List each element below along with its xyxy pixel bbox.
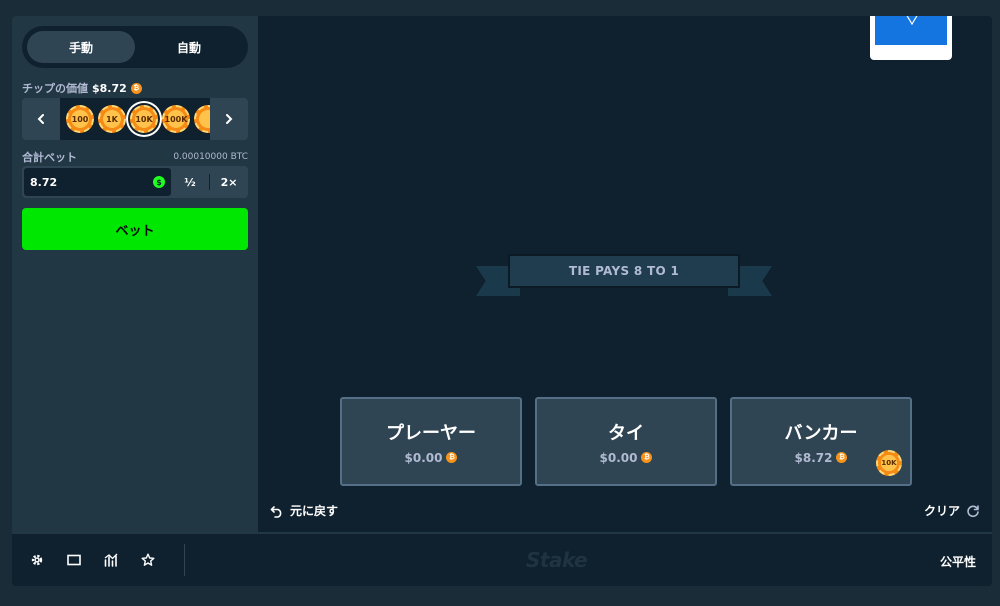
placed-chip-10k: 10K (876, 450, 902, 476)
total-bet-row: 合計ベット 0.00010000 BTC (22, 149, 248, 165)
bet-sidebar: 手動 自動 チップの価値 $8.72 ₿ 100 1K 10K 100K 合計ベ… (12, 16, 258, 532)
chip-partial[interactable] (194, 105, 210, 133)
undo-icon (270, 505, 282, 518)
banner-text: TIE PAYS 8 TO 1 (508, 254, 740, 288)
usd-icon: $ (153, 176, 165, 188)
chevron-left-icon (37, 114, 44, 124)
chip-selector: 100 1K 10K 100K (22, 98, 248, 140)
tie-payout-banner: TIE PAYS 8 TO 1 (476, 252, 772, 298)
chip-prev-button[interactable] (22, 98, 60, 140)
chip-100k[interactable]: 100K (162, 105, 190, 133)
bet-amount-group: 8.72 $ ½ 2× (22, 166, 248, 198)
theatre-mode-icon[interactable] (65, 551, 83, 569)
undo-button[interactable]: 元に戻す (270, 502, 338, 519)
baccarat-table: TIE PAYS 8 TO 1 プレーヤー $0.00 ₿ タイ $0.00 ₿… (258, 16, 992, 532)
favourite-star-icon[interactable] (139, 551, 157, 569)
tab-manual[interactable]: 手動 (27, 31, 135, 63)
spot-amount-value: $0.00 (599, 450, 638, 465)
card-back (874, 16, 948, 46)
chevron-right-icon (226, 114, 233, 124)
btc-icon: ₿ (446, 452, 458, 463)
btc-icon: ₿ (836, 452, 848, 463)
mode-toggle: 手動 自動 (22, 26, 248, 68)
spot-name: プレーヤー (386, 422, 476, 444)
card-pattern-icon (906, 16, 918, 25)
card-shoe (870, 16, 952, 60)
stake-logo: Stake (526, 548, 588, 572)
game-frame: 手動 自動 チップの価値 $8.72 ₿ 100 1K 10K 100K 合計ベ… (12, 16, 992, 586)
btc-icon: ₿ (641, 452, 653, 463)
banker-bet-spot[interactable]: バンカー $8.72 ₿ 10K (730, 397, 912, 486)
bet-amount-input[interactable]: 8.72 $ (24, 168, 171, 196)
chip-10k[interactable]: 10K (130, 105, 158, 133)
chip-next-button[interactable] (210, 98, 248, 140)
chip-track: 100 1K 10K 100K (60, 98, 210, 140)
total-bet-label: 合計ベット (22, 151, 77, 164)
chip-value-label: チップの価値 (22, 82, 88, 95)
refresh-icon (967, 504, 979, 517)
fairness-button[interactable]: 公平性 (940, 553, 976, 570)
spot-amount: $0.00 ₿ (600, 451, 653, 465)
spot-amount-value: $8.72 (794, 450, 833, 465)
bet-amount-value: 8.72 (30, 175, 58, 189)
game-footer: Stake 公平性 (12, 532, 992, 586)
tab-auto[interactable]: 自動 (135, 31, 243, 63)
gear-icon[interactable] (28, 551, 46, 569)
spot-amount-value: $0.00 (404, 450, 443, 465)
double-bet-button[interactable]: 2× (210, 166, 248, 198)
total-bet-btc: 0.00010000 BTC (173, 152, 248, 162)
chip-value-row: チップの価値 $8.72 ₿ (22, 80, 248, 96)
tie-bet-spot[interactable]: タイ $0.00 ₿ (535, 397, 717, 486)
chip-1k[interactable]: 1K (98, 105, 126, 133)
chip-100[interactable]: 100 (66, 105, 94, 133)
footer-controls (12, 534, 185, 586)
stats-icon[interactable] (102, 551, 120, 569)
spot-name: タイ (608, 422, 644, 444)
btc-icon: ₿ (130, 82, 142, 94)
spot-amount: $0.00 ₿ (405, 451, 458, 465)
clear-button[interactable]: クリア (924, 502, 980, 519)
player-bet-spot[interactable]: プレーヤー $0.00 ₿ (340, 397, 522, 486)
half-bet-button[interactable]: ½ (171, 166, 209, 198)
bet-button[interactable]: ベット (22, 208, 248, 250)
undo-label: 元に戻す (290, 504, 339, 518)
spot-name: バンカー (784, 422, 858, 444)
chip-value-amount: $8.72 (92, 81, 127, 95)
clear-label: クリア (923, 504, 960, 518)
spot-amount: $8.72 ₿ (795, 451, 848, 465)
footer-divider (184, 544, 185, 576)
